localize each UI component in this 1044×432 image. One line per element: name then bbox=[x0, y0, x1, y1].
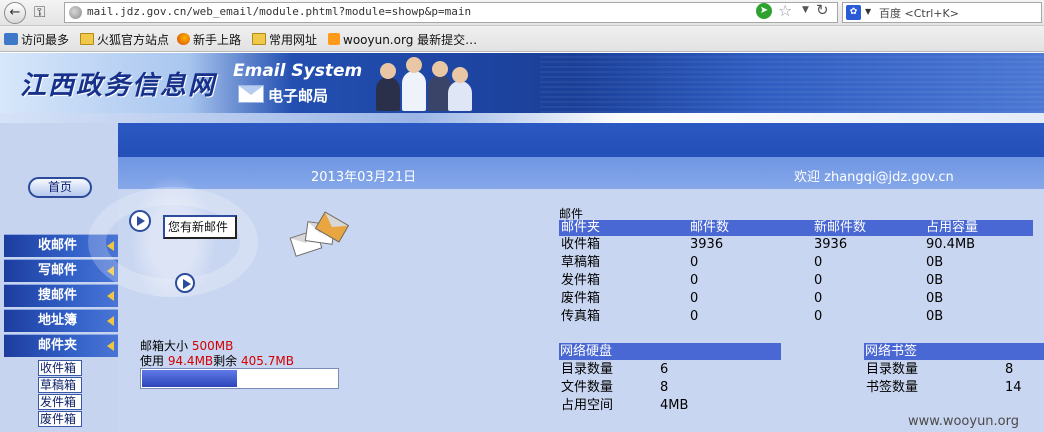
bookmark-getting-started[interactable]: 新手上路 bbox=[177, 31, 241, 48]
bookmarks-icon bbox=[4, 33, 18, 45]
search-engine-dropdown-icon[interactable]: ▼ bbox=[865, 7, 871, 16]
product-subtitle: 电子邮局 bbox=[268, 87, 329, 105]
watermark: www.wooyun.org bbox=[908, 414, 1020, 429]
quota-progress-bar bbox=[140, 368, 339, 389]
sidebar-subitem-outbox[interactable]: 发件箱 bbox=[38, 394, 82, 410]
banner-people-image bbox=[372, 55, 472, 111]
baidu-paw-icon: ✿ bbox=[846, 5, 861, 20]
reload-icon[interactable]: ↻ bbox=[816, 1, 829, 19]
netbookmarks-header[interactable]: 网络书签 bbox=[864, 343, 1044, 360]
back-arrow-icon[interactable]: ← bbox=[4, 2, 26, 24]
sidebar-subitem-drafts[interactable]: 草稿箱 bbox=[38, 377, 82, 393]
address-bar[interactable]: mail.jdz.gov.cn/web_email/module.phtml?m… bbox=[64, 2, 838, 23]
play-arrow-icon[interactable] bbox=[129, 210, 151, 232]
arrow-left-icon bbox=[107, 291, 114, 301]
main-content: 2013年03月21日 欢迎 zhangqi@jdz.gov.cn 您有新邮件 … bbox=[88, 157, 1044, 432]
letters-icon bbox=[289, 211, 350, 263]
bookmark-firefox-site[interactable]: 火狐官方站点 bbox=[80, 31, 169, 48]
folder-row-trash[interactable]: 废件箱 0 0 0B bbox=[559, 291, 1033, 309]
folder-table-header: 邮件夹 邮件数 新邮件数 占用容量 bbox=[559, 220, 1033, 236]
folder-row-fax[interactable]: 传真箱 0 0 0B bbox=[559, 309, 1033, 327]
bookmark-star-icon[interactable]: ☆ bbox=[778, 1, 792, 20]
browser-toolbar: ← ⚿ mail.jdz.gov.cn/web_email/module.pht… bbox=[0, 0, 1044, 26]
folder-icon bbox=[80, 33, 94, 45]
chevron-down-icon[interactable]: ▼ bbox=[802, 5, 809, 15]
folder-row-outbox[interactable]: 发件箱 0 0 0B bbox=[559, 273, 1033, 291]
address-url[interactable]: mail.jdz.gov.cn/web_email/module.phtml?m… bbox=[87, 5, 471, 18]
home-button[interactable]: 首页 bbox=[28, 177, 92, 198]
site-title: 江西政务信息网 bbox=[20, 71, 217, 101]
product-title: Email System bbox=[233, 61, 363, 81]
arrow-left-icon bbox=[107, 341, 114, 351]
netdisk-row-dirs: 目录数量 6 bbox=[561, 362, 669, 377]
go-arrow-icon[interactable]: ➤ bbox=[756, 3, 772, 19]
bookmarks-toolbar: 访问最多 火狐官方站点 新手上路 常用网址 wooyun.org 最新提交… bbox=[0, 26, 1044, 52]
bookmark-wooyun[interactable]: wooyun.org 最新提交… bbox=[328, 31, 477, 48]
sidebar-subitem-trash[interactable]: 废件箱 bbox=[38, 411, 82, 427]
folder-row-inbox[interactable]: 收件箱 3936 3936 90.4MB bbox=[559, 237, 1033, 255]
folder-row-drafts[interactable]: 草稿箱 0 0 0B bbox=[559, 255, 1033, 273]
sidebar-item-folders[interactable]: 邮件夹 bbox=[4, 334, 118, 357]
sidebar: 首页 收邮件 写邮件 搜邮件 地址簿 邮件夹 收件箱 草稿箱 发件箱 废件箱 bbox=[0, 157, 118, 432]
welcome-message: 欢迎 zhangqi@jdz.gov.cn bbox=[794, 170, 954, 185]
status-bar: 2013年03月21日 欢迎 zhangqi@jdz.gov.cn bbox=[118, 157, 1044, 189]
play-arrow-icon[interactable] bbox=[175, 273, 195, 293]
netbookmarks-row-dirs: 目录数量 8 bbox=[866, 362, 1014, 377]
current-date: 2013年03月21日 bbox=[311, 170, 417, 185]
search-shortcut: <Ctrl+K> bbox=[904, 7, 959, 20]
folder-icon bbox=[252, 33, 266, 45]
envelope-icon bbox=[238, 85, 264, 103]
globe-icon bbox=[69, 6, 82, 19]
site-banner: 江西政务信息网 Email System 电子邮局 bbox=[0, 53, 1044, 113]
search-engine-name: 百度 bbox=[879, 7, 901, 20]
rss-icon bbox=[328, 33, 340, 45]
sidebar-item-search[interactable]: 搜邮件 bbox=[4, 284, 118, 307]
firefox-icon bbox=[177, 33, 190, 45]
netdisk-row-space: 占用空间 4MB bbox=[561, 398, 689, 413]
quota-progress-fill bbox=[142, 370, 237, 387]
arrow-left-icon bbox=[107, 316, 114, 326]
bookmark-most-visited[interactable]: 访问最多 bbox=[4, 31, 69, 48]
bookmark-common-sites[interactable]: 常用网址 bbox=[252, 31, 317, 48]
netbookmarks-row-bookmarks: 书签数量 14 bbox=[866, 380, 1022, 395]
search-input[interactable]: ✿ ▼ 百度 <Ctrl+K> bbox=[842, 2, 1042, 23]
netdisk-header[interactable]: 网络硬盘 bbox=[559, 343, 781, 360]
quota-usage: 使用 94.4MB剩余 405.7MB bbox=[140, 354, 294, 368]
new-mail-button[interactable]: 您有新邮件 bbox=[163, 215, 237, 239]
netdisk-row-files: 文件数量 8 bbox=[561, 380, 669, 395]
sidebar-subitem-inbox[interactable]: 收件箱 bbox=[38, 360, 82, 376]
key-icon: ⚿ bbox=[34, 3, 46, 21]
sidebar-item-addressbook[interactable]: 地址簿 bbox=[4, 309, 118, 332]
